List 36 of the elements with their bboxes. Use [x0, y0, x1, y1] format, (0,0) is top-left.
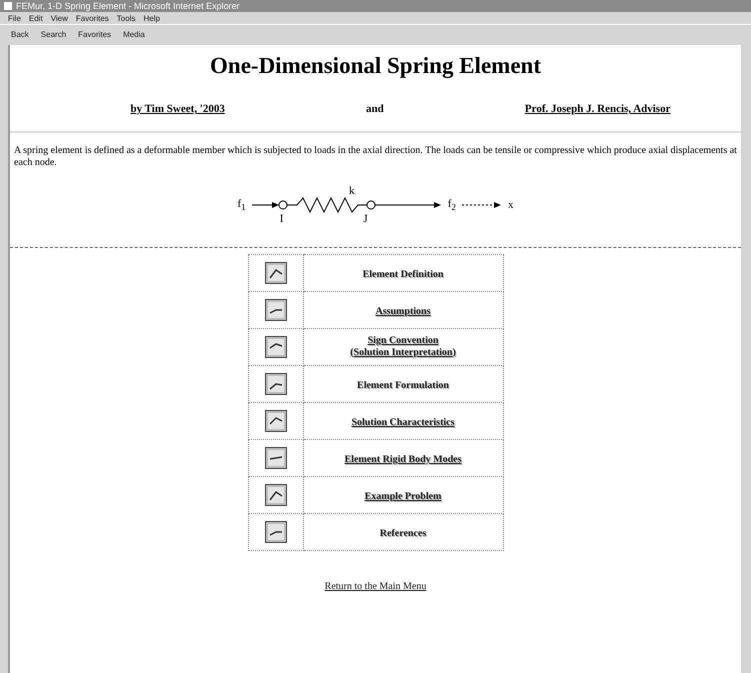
byline-text: and: [366, 103, 384, 115]
topic-link[interactable]: Element Rigid Body Modes: [344, 454, 462, 466]
topic-link[interactable]: Example Problem: [364, 491, 442, 503]
node-label: J: [363, 213, 368, 225]
topic-icon[interactable]: [264, 373, 286, 395]
topic-icon[interactable]: [264, 336, 286, 358]
topic-link[interactable]: References: [380, 528, 426, 540]
menu-item[interactable]: Tools: [116, 14, 136, 22]
axis-arrow-icon: [462, 201, 502, 209]
intro-paragraph: A spring element is defined as a deformable member which is subjected to loads in the axial direction. The loads can be tensile or compressive which produce axial displacements at each node.: [13, 145, 738, 169]
topic-link[interactable]: Element Definition: [362, 269, 444, 281]
topic-icon[interactable]: [264, 484, 286, 506]
menu-item[interactable]: Edit: [28, 14, 43, 22]
author-link[interactable]: by Tim Sweet, '2003: [130, 103, 225, 115]
browser-icon: [4, 2, 12, 10]
node-label: I: [280, 213, 284, 225]
topic-icon[interactable]: [264, 447, 286, 469]
topic-icon[interactable]: [264, 521, 286, 543]
stiffness-label: k: [349, 185, 354, 197]
topic-link[interactable]: Assumptions: [375, 306, 431, 318]
topic-icon[interactable]: [264, 299, 286, 321]
menu-item[interactable]: Help: [143, 14, 160, 22]
page-title: One-Dimensional Spring Element: [210, 53, 541, 79]
topic-link[interactable]: Element Formulation: [357, 380, 449, 392]
topic-icon[interactable]: [264, 262, 286, 284]
author-link[interactable]: Prof. Joseph J. Rencis, Advisor: [524, 103, 670, 115]
axis-label: x: [508, 199, 514, 211]
menu-item[interactable]: File: [8, 14, 21, 22]
force-label: f$_{1}$: [238, 198, 246, 212]
menu-item[interactable]: Favorites: [76, 14, 109, 22]
window-title: FEMur, 1-D Spring Element - Microsoft Internet Explorer: [16, 1, 240, 11]
topic-icon[interactable]: [264, 410, 286, 432]
menu-item[interactable]: View: [50, 14, 68, 22]
force-label: f$_{2}$: [448, 198, 456, 212]
return-link[interactable]: Return to the Main Menu: [324, 581, 426, 592]
topic-link[interactable]: Solution Characteristics: [351, 417, 455, 429]
